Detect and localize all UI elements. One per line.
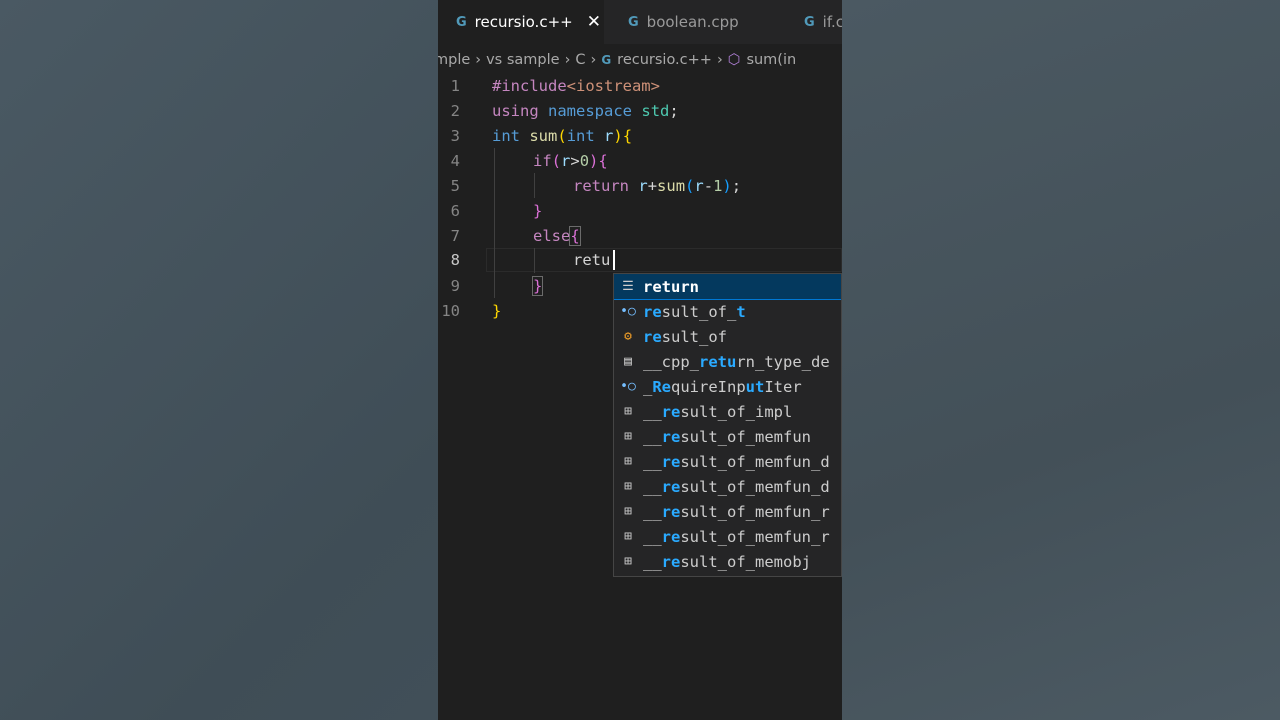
breadcrumb-item[interactable]: C <box>575 52 585 68</box>
code-line-10[interactable]: } <box>492 302 501 320</box>
chevron-right-icon: › <box>475 52 482 68</box>
suggestion-item[interactable]: ⊞ __result_of_memobj <box>614 549 841 574</box>
struct-icon: ⊞ <box>624 479 632 494</box>
code-line-7[interactable]: else{ <box>533 226 581 246</box>
indent-guide <box>534 173 535 198</box>
chevron-right-icon: › <box>564 52 571 68</box>
suggestion-label: result_of <box>643 327 727 346</box>
field-icon: •○ <box>620 379 636 394</box>
line-number: 10 <box>441 302 460 320</box>
breadcrumb-item[interactable]: sum(in <box>746 52 796 68</box>
chevron-right-icon: › <box>716 52 723 68</box>
suggestion-label: __result_of_memobj <box>643 552 811 571</box>
cpp-file-icon: G <box>804 14 815 30</box>
suggestion-label: __cpp_return_type_de <box>643 352 830 371</box>
suggestion-item[interactable]: ⊞ __result_of_memfun_r <box>614 524 841 549</box>
current-line-highlight <box>486 248 842 272</box>
suggestion-label: __result_of_memfun <box>643 427 811 446</box>
code-line-8[interactable]: retu <box>573 251 610 269</box>
struct-icon: ⊞ <box>624 454 632 469</box>
tab-label: if.c <box>822 13 842 31</box>
tab-if[interactable]: G if.c <box>804 0 842 44</box>
breadcrumb-item[interactable]: mple <box>438 52 470 68</box>
line-number: 3 <box>450 127 460 145</box>
code-editor: G recursio.c++ ✕ G boolean.cpp G if.c mp… <box>438 0 842 720</box>
struct-icon: ⊞ <box>624 554 632 569</box>
line-number: 1 <box>450 77 460 95</box>
chevron-right-icon: › <box>590 52 597 68</box>
breadcrumb-item[interactable]: recursio.c++ <box>617 52 712 68</box>
indent-guide <box>534 248 535 273</box>
struct-icon: ⊞ <box>624 504 632 519</box>
suggestion-item[interactable]: •○ _RequireInputIter <box>614 374 841 399</box>
suggestion-label: __result_of_impl <box>643 402 793 421</box>
struct-icon: ⊞ <box>624 429 632 444</box>
suggestion-item[interactable]: ⊞ __result_of_memfun_d <box>614 449 841 474</box>
suggestion-item[interactable]: •○ result_of_t <box>614 299 841 324</box>
suggestion-item[interactable]: ⊞ __result_of_memfun_d <box>614 474 841 499</box>
suggestion-item[interactable]: ⊞ __result_of_memfun <box>614 424 841 449</box>
breadcrumb-item[interactable]: vs sample <box>486 52 559 68</box>
line-number: 4 <box>450 152 460 170</box>
code-line-6[interactable]: } <box>533 202 542 220</box>
text-icon: ▤ <box>624 354 632 369</box>
code-line-1[interactable]: #include<iostream> <box>492 77 660 95</box>
breadcrumb: mple › vs sample › C › G recursio.c++ › … <box>438 46 842 74</box>
code-line-4[interactable]: if(r>0){ <box>533 152 608 170</box>
autocomplete-suggestions: ☰ return •○ result_of_t ⚙ result_of ▤ __… <box>613 273 842 577</box>
tab-bar: G recursio.c++ ✕ G boolean.cpp G if.c <box>438 0 842 44</box>
struct-icon: ⊞ <box>624 529 632 544</box>
suggestion-label: __result_of_memfun_d <box>643 477 830 496</box>
code-line-2[interactable]: using namespace std; <box>492 102 679 120</box>
suggestion-label: _RequireInputIter <box>643 377 802 396</box>
line-number: 7 <box>450 227 460 245</box>
tab-boolean[interactable]: G boolean.cpp <box>628 0 739 44</box>
tab-label: boolean.cpp <box>646 13 739 31</box>
cpp-file-icon: G <box>628 14 639 30</box>
suggestion-label: return <box>643 277 699 296</box>
suggestion-label: __result_of_memfun_r <box>643 502 830 521</box>
tab-label: recursio.c++ <box>474 13 573 31</box>
text-cursor <box>613 250 615 270</box>
keyword-icon: ☰ <box>622 279 634 294</box>
suggestion-item[interactable]: ⊞ __result_of_impl <box>614 399 841 424</box>
field-icon: •○ <box>620 304 636 319</box>
line-number: 6 <box>450 202 460 220</box>
suggestion-label: __result_of_memfun_r <box>643 527 830 546</box>
cpp-file-icon: G <box>601 53 612 67</box>
code-line-9[interactable]: } <box>531 276 544 296</box>
code-line-3[interactable]: int sum(int r){ <box>492 127 632 145</box>
suggestion-label: __result_of_memfun_d <box>643 452 830 471</box>
line-number: 2 <box>450 102 460 120</box>
line-number: 8 <box>450 251 460 269</box>
suggestion-item[interactable]: ⊞ __result_of_memfun_r <box>614 499 841 524</box>
line-number: 9 <box>450 277 460 295</box>
class-icon: ⚙ <box>624 329 632 344</box>
struct-icon: ⊞ <box>624 404 632 419</box>
suggestion-item[interactable]: ▤ __cpp_return_type_de <box>614 349 841 374</box>
suggestion-label: result_of_t <box>643 302 746 321</box>
method-cube-icon: ⬡ <box>727 52 741 68</box>
indent-guide <box>494 148 495 298</box>
suggestion-item[interactable]: ⚙ result_of <box>614 324 841 349</box>
code-line-5[interactable]: return r+sum(r-1); <box>573 177 741 195</box>
line-number: 5 <box>450 177 460 195</box>
cpp-file-icon: G <box>456 14 467 30</box>
suggestion-item[interactable]: ☰ return <box>614 274 841 300</box>
close-icon[interactable]: ✕ <box>587 12 601 32</box>
tab-recursio[interactable]: G recursio.c++ ✕ <box>438 0 604 44</box>
background-right <box>842 0 1280 720</box>
